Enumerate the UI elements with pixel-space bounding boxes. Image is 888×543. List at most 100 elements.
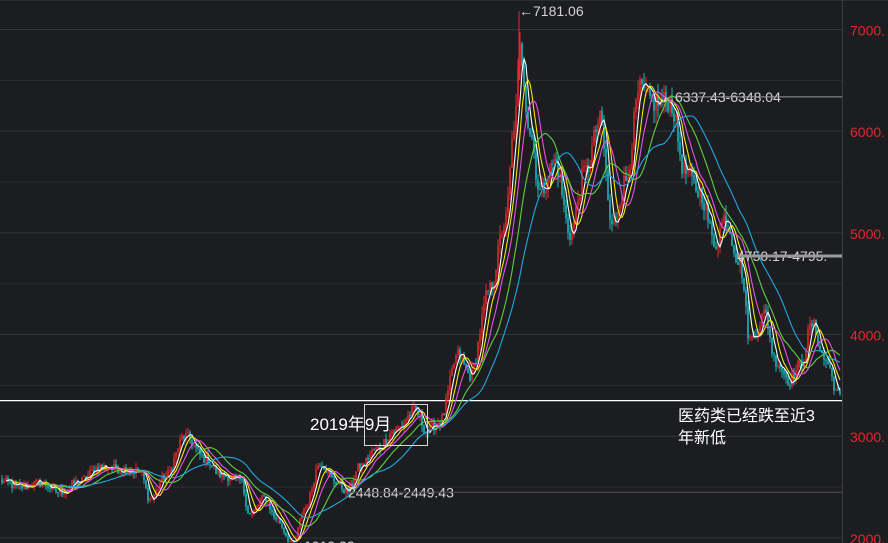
candle-body: [637, 92, 639, 100]
candle-body: [669, 96, 671, 112]
candle-body: [241, 479, 243, 481]
candle-body: [765, 309, 767, 314]
candle-body: [771, 337, 773, 354]
candle-body: [733, 245, 735, 253]
candle-body: [501, 233, 503, 235]
candle-body: [819, 346, 821, 351]
candle-body: [247, 506, 249, 513]
candle-body: [479, 335, 481, 343]
candle-body: [781, 367, 783, 371]
candle-body: [169, 469, 171, 471]
candle-body: [829, 364, 831, 368]
candle-body: [831, 367, 833, 377]
candle-body: [809, 323, 811, 329]
ma-line-30: [59, 115, 841, 519]
candle-body: [261, 495, 263, 501]
candle-body: [277, 518, 279, 520]
candle-body: [37, 479, 39, 481]
candle-body: [531, 134, 533, 138]
candle-body: [181, 436, 183, 440]
candle-body: [797, 360, 799, 371]
candle-body: [443, 414, 445, 416]
candle-body: [167, 470, 169, 477]
candle-body: [713, 234, 715, 247]
candle-body: [675, 114, 677, 121]
y-axis: 2000.3000.4000.5000.6000.7000.: [850, 22, 885, 543]
candle-body: [827, 361, 829, 365]
candle-body: [431, 422, 433, 425]
candle-body: [687, 171, 689, 174]
candle-body: [91, 469, 93, 471]
candle-body: [561, 173, 563, 195]
candle-body: [271, 509, 273, 512]
candle-body: [331, 474, 333, 478]
candle-body: [673, 112, 675, 121]
candle-body: [367, 457, 369, 460]
candle-body: [613, 220, 615, 225]
candle-body: [717, 245, 719, 249]
candle-body: [281, 523, 283, 528]
candle-body: [697, 191, 699, 197]
candle-body: [839, 391, 841, 395]
candle-body: [575, 206, 577, 222]
candle-body: [447, 390, 449, 399]
candle-body: [837, 390, 839, 392]
candle-body: [177, 448, 179, 452]
candle-body: [467, 368, 469, 373]
candle-body: [197, 447, 199, 449]
candle-body: [769, 328, 771, 338]
candle-body: [569, 232, 571, 240]
candle-body: [567, 218, 569, 233]
candle-body: [641, 79, 643, 85]
candle-body: [577, 200, 579, 207]
candle-body: [639, 79, 641, 93]
candle-body: [333, 477, 335, 483]
candle-body: [507, 195, 509, 214]
candle-body: [523, 65, 525, 87]
candle-body: [309, 492, 311, 506]
candle-body: [563, 194, 565, 206]
candle-body: [743, 277, 745, 291]
candle-body: [709, 221, 711, 224]
candle-body: [825, 359, 827, 362]
candle-body: [303, 508, 305, 515]
candle-body: [11, 482, 13, 488]
headline-line-1: 医药类已经跌至近3: [678, 408, 815, 425]
candle-body: [457, 349, 459, 355]
candle-body: [73, 480, 75, 484]
headline-annotation: 医药类已经跌至近3 年新低: [678, 406, 878, 450]
candle-body: [565, 205, 567, 219]
candle-body: [747, 306, 749, 339]
candle-body: [485, 290, 487, 304]
candle-body: [315, 469, 317, 484]
candle-body: [695, 179, 697, 192]
annotation-layer: ←7181.066337.43-6348.044750.17-4795.2448…: [290, 3, 842, 543]
candle-body: [489, 282, 491, 291]
candle-body: [57, 491, 59, 493]
y-tick-label: 6000.: [850, 124, 885, 140]
candle-body: [251, 512, 253, 515]
y-tick-label: 7000.: [850, 22, 885, 38]
candle-body: [243, 480, 245, 494]
candle-body: [789, 384, 791, 387]
candle-body: [749, 336, 751, 339]
ma-line-18: [36, 95, 841, 527]
candle-body: [497, 245, 499, 271]
candle-body: [777, 365, 779, 367]
candle-body: [319, 465, 321, 467]
candle-body: [785, 374, 787, 378]
candle-body: [175, 451, 177, 459]
candle-body: [787, 377, 789, 385]
candle-body: [631, 149, 633, 169]
candle-body: [355, 471, 357, 480]
candle-body: [635, 99, 637, 113]
candle-body: [183, 436, 185, 439]
candle-body: [619, 205, 621, 213]
candle-body: [229, 479, 231, 482]
candle-body: [213, 466, 215, 467]
candle-body: [835, 390, 837, 392]
candle-body: [71, 480, 73, 487]
candle-body: [551, 163, 553, 165]
candle-body: [307, 505, 309, 508]
candle-body: [833, 376, 835, 391]
